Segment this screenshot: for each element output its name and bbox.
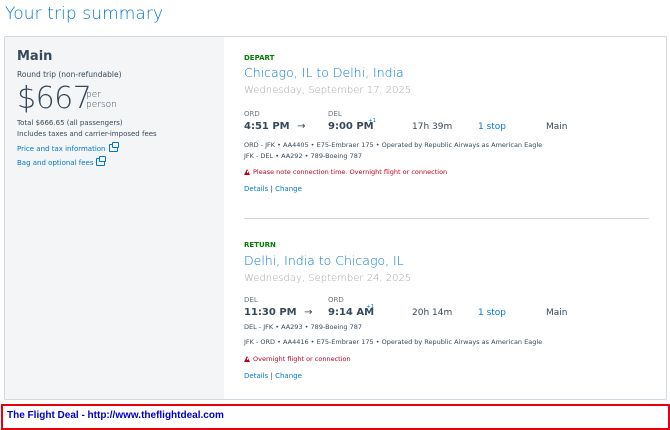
return-origin-code: DEL	[244, 296, 258, 304]
depart-duration: 17h 39m	[412, 122, 453, 132]
fare-summary-panel: Main Round trip (non-refundable) $667 pe…	[5, 37, 224, 399]
return-leg-1: DEL - JFK • AA293 • 789-Boeing 787	[244, 323, 363, 331]
warning-icon	[244, 356, 250, 362]
depart-label: DEPART	[244, 54, 275, 62]
person-label: person	[86, 100, 117, 110]
includes-taxes: Includes taxes and carrier-imposed fees	[17, 130, 157, 138]
depart-leg-2: JFK - DEL • AA292 • 789-Boeing 787	[244, 152, 363, 160]
return-label: RETURN	[244, 241, 276, 249]
warning-icon	[244, 169, 250, 175]
per-label: per	[86, 90, 101, 100]
return-cabin: Main	[546, 308, 568, 318]
bag-fees-link[interactable]: Bag and optional fees	[17, 156, 107, 167]
return-change-link[interactable]: Change	[275, 372, 302, 380]
page-title: Your trip summary	[5, 4, 164, 24]
depart-change-link[interactable]: Change	[275, 185, 302, 193]
return-leg-2: JFK - ORD • AA4416 • E75-Embraer 175 • O…	[244, 338, 543, 346]
per-person-label: per person	[86, 90, 117, 110]
depart-details-link[interactable]: Details	[244, 185, 268, 193]
total-price: Total $666.65 (all passengers)	[17, 119, 123, 127]
external-link-icon	[108, 142, 119, 152]
trip-type: Round trip (non-refundable)	[17, 70, 122, 79]
depart-time: 4:51 PM →	[244, 121, 306, 132]
arrow-right-icon: →	[304, 307, 313, 318]
watermark-text: The Flight Deal - http://www.theflightde…	[7, 410, 224, 421]
trip-summary-card: Main Round trip (non-refundable) $667 pe…	[4, 36, 667, 400]
watermark-banner: The Flight Deal - http://www.theflightde…	[1, 404, 670, 430]
depart-origin-code: ORD	[244, 110, 260, 118]
depart-cabin: Main	[546, 122, 568, 132]
segment-divider	[244, 218, 649, 219]
depart-destination-code: DEL	[328, 110, 342, 118]
return-stops-link[interactable]: 1 stop	[478, 308, 506, 318]
bag-fees-link-label[interactable]: Bag and optional fees	[17, 159, 93, 167]
return-dep-time: 11:30 PM	[244, 307, 297, 318]
action-separator: |	[270, 372, 273, 380]
return-destination-code: ORD	[328, 296, 344, 304]
depart-stops-link[interactable]: 1 stop	[478, 122, 506, 132]
depart-date: Wednesday, September 17, 2025	[244, 85, 412, 96]
return-actions: Details | Change	[244, 372, 302, 380]
return-details-link[interactable]: Details	[244, 372, 268, 380]
depart-warning: Please note connection time. Overnight f…	[244, 168, 447, 176]
depart-warning-text: Please note connection time. Overnight f…	[253, 168, 448, 176]
price-tax-link-label[interactable]: Price and tax information	[17, 145, 106, 153]
price-tax-link[interactable]: Price and tax information	[17, 142, 119, 153]
return-warning-text: Overnight flight or connection	[253, 355, 351, 363]
depart-arrival-time: 9:00 PM	[328, 121, 374, 132]
fare-price: $667	[17, 81, 92, 116]
return-duration: 20h 14m	[412, 308, 453, 318]
fare-name: Main	[17, 49, 53, 64]
return-date: Wednesday, September 24, 2025	[244, 273, 412, 284]
return-day-offset: +1	[366, 304, 375, 310]
return-route: Delhi, India to Chicago, IL	[244, 253, 404, 268]
depart-dep-time: 4:51 PM	[244, 121, 290, 132]
external-link-icon	[96, 156, 107, 166]
depart-route: Chicago, IL to Delhi, India	[244, 65, 404, 80]
arrow-right-icon: →	[297, 121, 306, 132]
action-separator: |	[270, 185, 273, 193]
depart-leg-1: ORD - JFK • AA4405 • E75-Embraer 175 • O…	[244, 141, 543, 149]
depart-day-offset: +1	[368, 118, 377, 124]
return-time: 11:30 PM →	[244, 307, 312, 318]
return-warning: Overnight flight or connection	[244, 355, 351, 363]
depart-actions: Details | Change	[244, 185, 302, 193]
